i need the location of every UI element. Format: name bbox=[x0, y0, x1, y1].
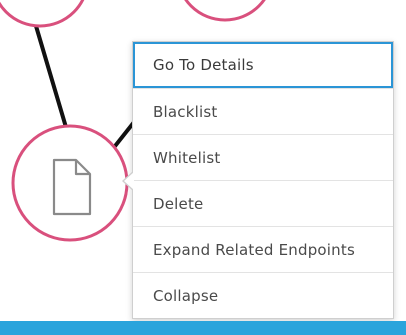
bottom-bar bbox=[0, 321, 406, 335]
menu-item-collapse[interactable]: Collapse bbox=[133, 272, 393, 318]
selected-graph-node[interactable] bbox=[11, 124, 129, 242]
graph-node[interactable] bbox=[0, 0, 88, 28]
graph-node[interactable] bbox=[177, 0, 273, 22]
menu-item-delete[interactable]: Delete bbox=[133, 180, 393, 226]
menu-item-expand-related-endpoints[interactable]: Expand Related Endpoints bbox=[133, 226, 393, 272]
menu-item-blacklist[interactable]: Blacklist bbox=[133, 88, 393, 134]
context-menu: Go To Details Blacklist Whitelist Delete… bbox=[122, 41, 394, 319]
graph-edge bbox=[34, 24, 70, 136]
menu-pointer bbox=[122, 171, 134, 191]
menu-item-go-to-details[interactable]: Go To Details bbox=[133, 42, 393, 88]
file-icon bbox=[52, 158, 92, 216]
menu-item-whitelist[interactable]: Whitelist bbox=[133, 134, 393, 180]
